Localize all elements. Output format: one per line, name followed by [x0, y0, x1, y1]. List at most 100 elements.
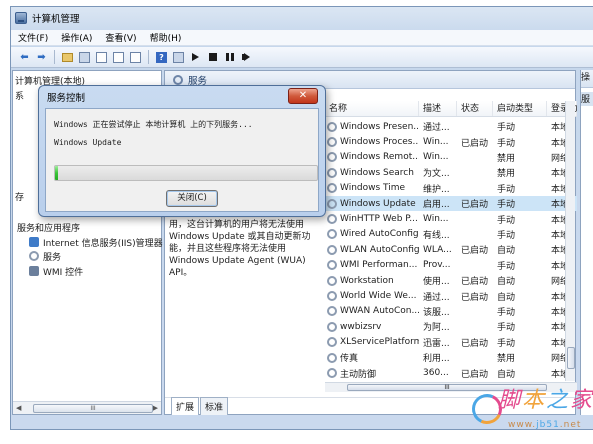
restart-service-icon[interactable]: [239, 50, 254, 65]
service-row[interactable]: Windows Presen... 通过... 手动 本地: [325, 119, 577, 134]
menu-bar: 文件(F) 操作(A) 查看(V) 帮助(H): [11, 30, 593, 46]
service-startup-type: 自动: [497, 277, 516, 288]
service-row[interactable]: 传真 利用... 禁用 网络: [325, 350, 577, 365]
name-cell: WWAN AutoCon...: [325, 306, 419, 317]
menu-view[interactable]: 查看(V): [98, 31, 142, 44]
back-arrow-icon[interactable]: ⬅: [17, 50, 32, 65]
tab-standard[interactable]: 标准: [200, 397, 229, 415]
service-description-cell: 为文...: [423, 169, 450, 180]
service-row[interactable]: XLServicePlatform 迅雷... 已启动 手动 本地: [325, 335, 577, 350]
service-status: 已启动: [461, 277, 489, 288]
show-action-pane-icon[interactable]: [171, 50, 186, 65]
refresh-icon[interactable]: [111, 50, 126, 65]
service-name: 主动防御: [340, 369, 377, 380]
tree-item-label: 系: [15, 91, 25, 102]
service-startup-type: 手动: [497, 138, 516, 149]
scroll-thumb[interactable]: III: [33, 404, 153, 413]
service-row[interactable]: Windows Remot... Win... 禁用 网络: [325, 150, 577, 165]
tree-item-system-tools[interactable]: 系: [15, 88, 24, 102]
actions-item-services[interactable]: 服: [581, 92, 593, 106]
tree-item-label: 存: [15, 192, 25, 203]
tree-item-storage[interactable]: 存: [15, 189, 24, 203]
service-row[interactable]: WMI Performan... Prov... 手动 本地: [325, 258, 577, 273]
service-startup-type: 自动: [497, 246, 516, 257]
list-vertical-scrollbar[interactable]: [565, 101, 575, 381]
service-gear-icon: [327, 306, 337, 317]
service-description-cell: 为阿...: [423, 323, 450, 334]
column-startup-type[interactable]: 启动类型: [493, 101, 547, 116]
menu-action[interactable]: 操作(A): [54, 31, 98, 44]
service-name: Windows Update: [340, 198, 416, 209]
menu-file[interactable]: 文件(F): [11, 31, 54, 44]
menu-help[interactable]: 帮助(H): [143, 31, 188, 44]
service-row[interactable]: Windows Update 启用... 已启动 手动 本地: [325, 196, 577, 212]
progress-bar: [54, 165, 318, 181]
name-cell: XLServicePlatform: [325, 337, 419, 348]
service-startup-type: 禁用: [497, 169, 516, 180]
service-description-cell: Win...: [423, 152, 449, 163]
service-name: Windows Search: [340, 167, 414, 178]
service-startup-type: 手动: [497, 323, 516, 334]
service-status: 已启动: [461, 338, 489, 349]
service-description: 用，这台计算机的用户将无法使用 Windows Update 或其自动更新功 能…: [169, 219, 329, 279]
scroll-right-icon[interactable]: ▶: [153, 404, 158, 412]
service-row[interactable]: Windows Proces... Win... 已启动 手动 本地: [325, 134, 577, 149]
service-name: World Wide We...: [340, 291, 417, 302]
help-icon[interactable]: ?: [154, 50, 169, 65]
tree-item-services-apps[interactable]: 服务和应用程序: [17, 220, 80, 234]
export-list-icon[interactable]: [128, 50, 143, 65]
close-button[interactable]: 关闭(C): [166, 190, 218, 207]
stop-service-icon[interactable]: [205, 50, 220, 65]
service-gear-icon: [327, 137, 337, 148]
up-folder-icon[interactable]: [60, 50, 75, 65]
tree-horizontal-scrollbar[interactable]: ◀ III ▶: [13, 401, 161, 414]
name-cell: WMI Performan...: [325, 260, 419, 271]
description-line: Windows Update 或其自动更新功: [169, 232, 311, 242]
service-startup-type: 手动: [497, 184, 516, 195]
service-control-dialog: 服务控制 ✕ Windows 正在尝试停止 本地计算机 上的下列服务... Wi…: [38, 85, 326, 217]
tree-item-iis[interactable]: Internet 信息服务(IIS)管理器: [29, 235, 163, 249]
properties-icon[interactable]: [94, 50, 109, 65]
computer-management-icon: [15, 12, 27, 24]
service-row[interactable]: Wired AutoConfig 有线... 手动 本地: [325, 227, 577, 242]
scroll-left-icon[interactable]: ◀: [16, 404, 21, 412]
service-row[interactable]: wwbizsrv 为阿... 手动 本地: [325, 319, 577, 334]
service-row[interactable]: 主动防御 360... 已启动 自动 本地: [325, 365, 577, 380]
pause-service-icon[interactable]: [222, 50, 237, 65]
service-description-cell: 维护...: [423, 184, 450, 195]
scroll-thumb[interactable]: [567, 347, 575, 369]
forward-arrow-icon[interactable]: ➡: [34, 50, 49, 65]
service-description-cell: 有线...: [423, 230, 450, 241]
watermark-logo: 脚本之家 www.jb51.net: [467, 380, 592, 438]
service-row[interactable]: Workstation 使用... 已启动 自动 网络: [325, 273, 577, 288]
service-gear-icon: [327, 167, 337, 178]
start-service-icon[interactable]: [188, 50, 203, 65]
show-hide-tree-icon[interactable]: [77, 50, 92, 65]
tree-item-services[interactable]: 服务: [29, 249, 61, 263]
column-status[interactable]: 状态: [457, 101, 493, 116]
service-name: WinHTTP Web P...: [340, 214, 418, 225]
service-row[interactable]: World Wide We... 通过... 已启动 自动 本地: [325, 288, 577, 303]
tree-item-wmi[interactable]: WMI 控件: [29, 264, 83, 278]
service-name: XLServicePlatform: [340, 337, 419, 348]
service-row[interactable]: Windows Time 维护... 手动 本地: [325, 181, 577, 196]
service-name: WMI Performan...: [340, 260, 418, 271]
name-cell: Workstation: [325, 275, 419, 286]
service-description-cell: 启用...: [423, 200, 450, 211]
service-row[interactable]: Windows Search 为文... 禁用 本地: [325, 165, 577, 180]
service-startup-type: 手动: [497, 338, 516, 349]
service-startup-type: 手动: [497, 215, 516, 226]
service-row[interactable]: WinHTTP Web P... Win... 手动 本地: [325, 211, 577, 226]
service-name: Windows Proces...: [340, 137, 419, 148]
toolbar-separator: [148, 50, 149, 64]
service-name: 传真: [340, 354, 359, 365]
column-name[interactable]: 名称: [325, 101, 419, 116]
tab-extended[interactable]: 扩展: [171, 397, 200, 415]
service-status: 已启动: [461, 369, 489, 380]
service-row[interactable]: WLAN AutoConfig WLA... 已启动 自动 本地: [325, 242, 577, 257]
column-description[interactable]: 描述: [419, 101, 457, 116]
service-startup-type: 自动: [497, 292, 516, 303]
dialog-close-button[interactable]: ✕: [288, 88, 318, 104]
service-gear-icon: [327, 244, 337, 255]
service-row[interactable]: WWAN AutoCon... 该服... 手动 本地: [325, 304, 577, 319]
